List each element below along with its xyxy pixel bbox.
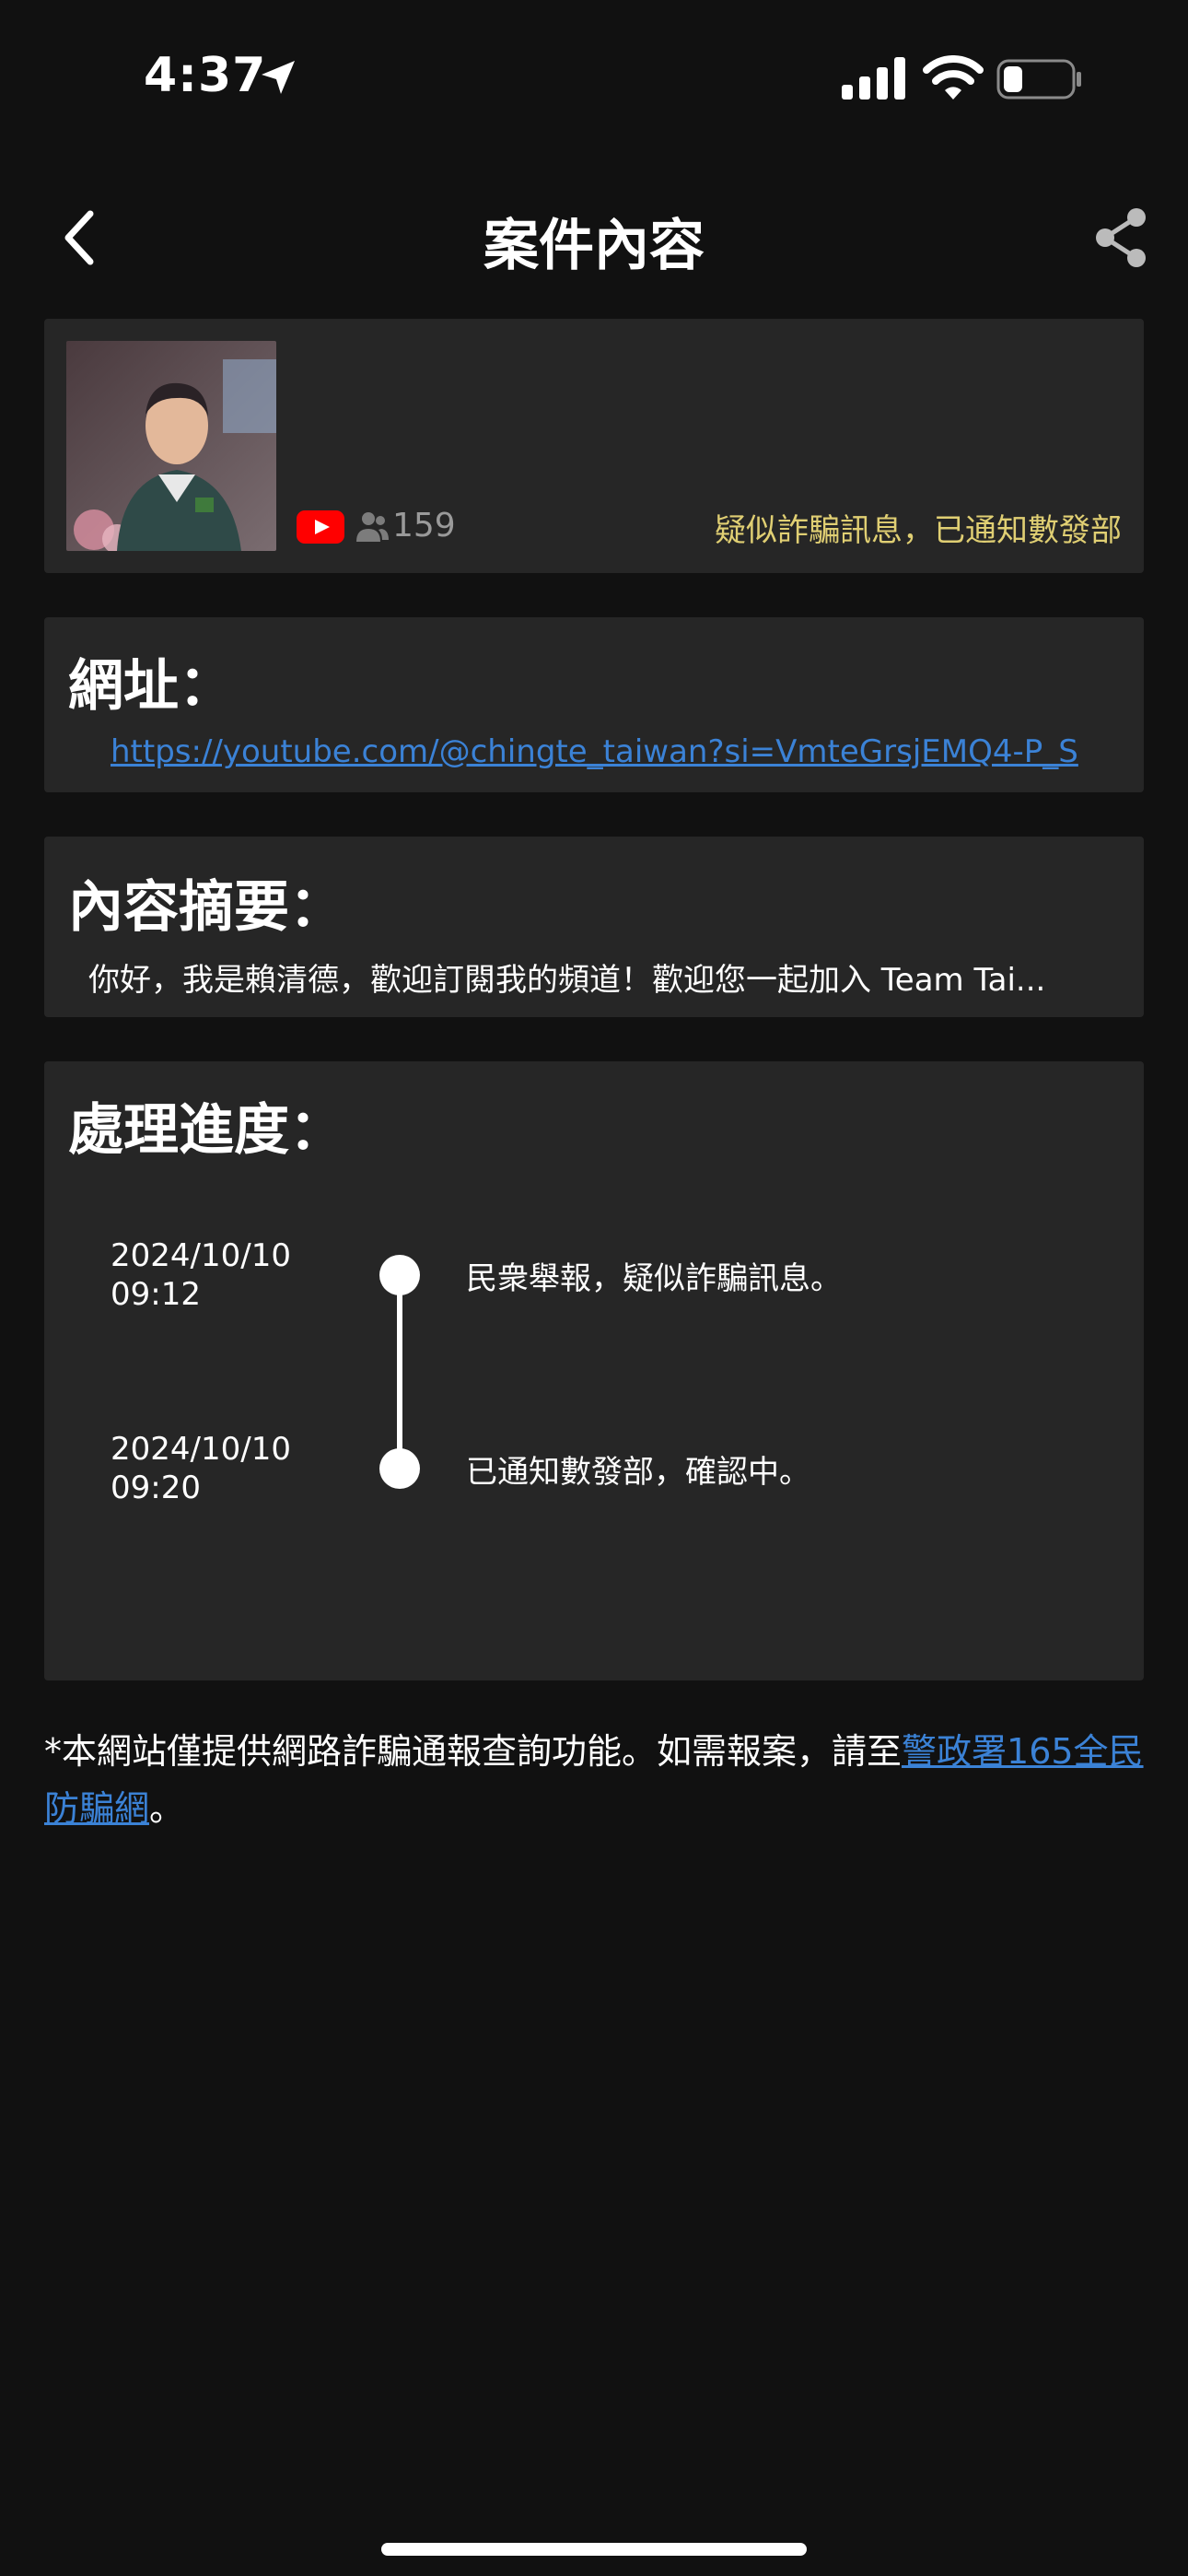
location-arrow-icon [262,61,295,94]
timeline-dot [379,1448,420,1489]
youtube-icon [297,510,344,544]
progress-heading: 處理進度： [68,1098,344,1163]
disclaimer-text: *本網站僅提供網路詐騙通報查詢功能。如需報案，請至 [44,1731,903,1772]
summary-heading: 內容摘要： [68,875,344,940]
timeline-date: 2024/10/10 09:12 [111,1237,291,1313]
timeline-date: 2024/10/10 09:20 [111,1431,291,1506]
people-icon [356,512,389,542]
view-count: 159 [392,507,456,544]
disclaimer-note: *本網站僅提供網路詐騙通報查詢功能。如需報案，請至警政署165全民防騙網。 [44,1723,1144,1837]
status-time: 4:37 [144,48,267,103]
timeline-event-text: 已通知數發部，確認中。 [466,1454,810,1491]
battery-icon [996,59,1081,100]
case-url-link[interactable]: https://youtube.com/@chingte_taiwan?si=V… [111,733,1124,770]
disclaimer-suffix: 。 [149,1788,185,1829]
url-heading: 網址： [68,654,234,719]
status-badge: 疑似詐騙訊息，已通知數發部 [715,512,1122,549]
cellular-signal-icon [842,57,905,100]
summary-text: 你好，我是賴清德，歡迎訂閱我的頻道！歡迎您一起加入 Team Tai... [88,962,1046,999]
timeline-dot [379,1255,420,1295]
channel-thumbnail [66,341,276,551]
home-indicator[interactable] [381,2543,807,2556]
wifi-icon [923,55,984,100]
share-icon[interactable] [1092,205,1151,271]
timeline-line [397,1275,402,1469]
page-title: 案件內容 [483,214,705,278]
timeline-event-text: 民衆舉報，疑似詐騙訊息。 [466,1260,842,1297]
